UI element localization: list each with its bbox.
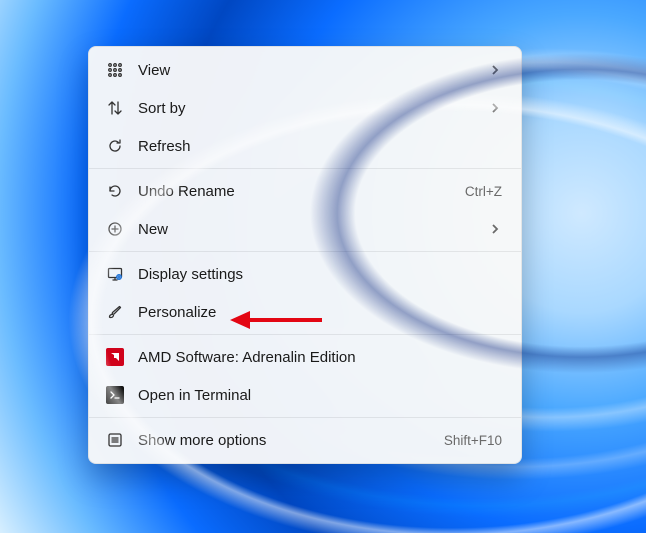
desktop-background[interactable]: View Sort by Refresh Undo Rename Ctrl+Z (0, 0, 646, 533)
undo-icon (106, 182, 124, 200)
menu-item-sort[interactable]: Sort by (94, 89, 516, 127)
menu-item-label: Show more options (138, 432, 444, 449)
menu-item-view[interactable]: View (94, 51, 516, 89)
menu-item-new[interactable]: New (94, 210, 516, 248)
terminal-icon (106, 386, 124, 404)
amd-icon (106, 348, 124, 366)
menu-item-label: Sort by (138, 100, 488, 117)
menu-item-terminal[interactable]: Open in Terminal (94, 376, 516, 414)
menu-item-label: Open in Terminal (138, 387, 502, 404)
menu-item-label: View (138, 62, 488, 79)
menu-item-undo[interactable]: Undo Rename Ctrl+Z (94, 172, 516, 210)
menu-item-amd[interactable]: AMD Software: Adrenalin Edition (94, 338, 516, 376)
chevron-right-icon (488, 103, 502, 113)
menu-item-refresh[interactable]: Refresh (94, 127, 516, 165)
menu-item-more-options[interactable]: Show more options Shift+F10 (94, 421, 516, 459)
menu-item-label: New (138, 221, 488, 238)
sort-icon (106, 99, 124, 117)
more-options-icon (106, 431, 124, 449)
chevron-right-icon (488, 224, 502, 234)
menu-item-shortcut: Ctrl+Z (465, 184, 502, 199)
menu-separator (89, 334, 521, 335)
menu-separator (89, 417, 521, 418)
menu-item-personalize[interactable]: Personalize (94, 293, 516, 331)
desktop-context-menu: View Sort by Refresh Undo Rename Ctrl+Z (88, 46, 522, 464)
menu-item-shortcut: Shift+F10 (444, 433, 502, 448)
menu-item-display-settings[interactable]: Display settings (94, 255, 516, 293)
grid-icon (106, 61, 124, 79)
menu-item-label: Display settings (138, 266, 502, 283)
brush-icon (106, 303, 124, 321)
menu-item-label: Personalize (138, 304, 502, 321)
menu-separator (89, 168, 521, 169)
menu-separator (89, 251, 521, 252)
chevron-right-icon (488, 65, 502, 75)
menu-item-label: Undo Rename (138, 183, 465, 200)
menu-item-label: Refresh (138, 138, 502, 155)
plus-circle-icon (106, 220, 124, 238)
menu-item-label: AMD Software: Adrenalin Edition (138, 349, 502, 366)
refresh-icon (106, 137, 124, 155)
display-icon (106, 265, 124, 283)
